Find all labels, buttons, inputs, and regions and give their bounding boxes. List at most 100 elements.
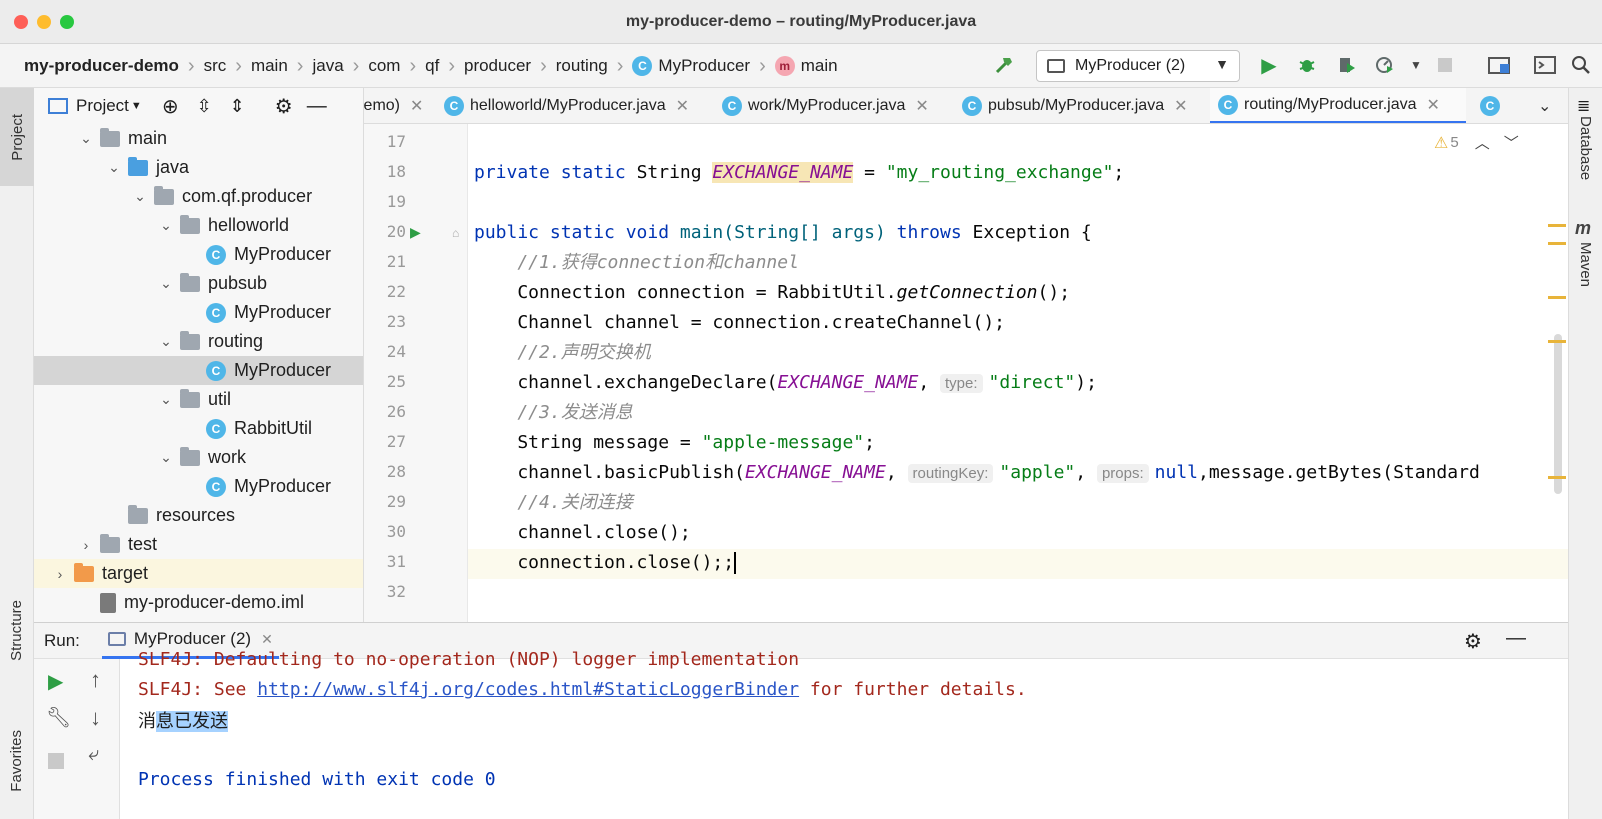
breadcrumb-routing[interactable]: routing bbox=[556, 56, 608, 76]
chevron-down-icon[interactable]: ⌄ bbox=[158, 275, 174, 292]
arrow-up-icon[interactable]: ↑ bbox=[90, 667, 101, 693]
chevron-down-icon[interactable]: ⌄ bbox=[106, 159, 122, 176]
close-icon[interactable]: ✕ bbox=[410, 96, 423, 116]
chevron-right-icon[interactable]: › bbox=[78, 537, 94, 553]
chevron-right-icon[interactable]: › bbox=[52, 566, 68, 582]
chevron-down-icon[interactable]: ⌄ bbox=[132, 188, 148, 205]
warning-icon[interactable]: ⚠ bbox=[1434, 133, 1448, 153]
arrow-down-icon[interactable]: ↓ bbox=[90, 705, 101, 731]
close-icon[interactable]: ✕ bbox=[1427, 95, 1440, 115]
tree-item[interactable]: resources bbox=[34, 501, 363, 530]
tree-item[interactable]: ⌄ main bbox=[34, 124, 363, 153]
chevron-down-icon[interactable]: ▼ bbox=[131, 100, 142, 112]
project-structure-icon[interactable] bbox=[1486, 52, 1512, 78]
tree-item[interactable]: my-producer-demo.iml bbox=[34, 588, 363, 617]
tree-item[interactable]: ⌄ util bbox=[34, 385, 363, 414]
tree-item[interactable]: C MyProducer bbox=[34, 298, 363, 327]
tab-helloworld[interactable]: C helloworld/MyProducer.java ✕ bbox=[436, 88, 689, 123]
stop-icon[interactable] bbox=[1432, 52, 1458, 78]
project-view-select[interactable]: Project bbox=[76, 96, 129, 116]
console-line: SLF4J: See http://www.slf4j.org/codes.ht… bbox=[138, 679, 1027, 700]
favorites-tool-button[interactable]: Favorites bbox=[8, 730, 25, 792]
run-label: Run: bbox=[44, 630, 80, 650]
code-text: Connection connection = RabbitUtil. bbox=[474, 282, 897, 303]
soft-wrap-icon[interactable]: ⤶ bbox=[88, 743, 99, 766]
class-icon: C bbox=[722, 96, 742, 116]
breadcrumb-qf[interactable]: qf bbox=[425, 56, 439, 76]
console-link[interactable]: http://www.slf4j.org/codes.html#StaticLo… bbox=[257, 679, 799, 700]
chevron-down-icon[interactable]: ▼ bbox=[1403, 52, 1429, 78]
wrench-icon[interactable]: 🔧︎ bbox=[46, 705, 71, 730]
project-tool-button[interactable]: Project bbox=[0, 88, 34, 186]
database-tool-button[interactable]: Database bbox=[1577, 116, 1594, 180]
tab-overflow[interactable]: C bbox=[1472, 88, 1506, 123]
hide-panel-icon[interactable]: — bbox=[307, 95, 327, 118]
chevron-down-icon[interactable]: ⌄ bbox=[158, 449, 174, 466]
collapse-all-icon[interactable]: ⇕ bbox=[230, 96, 245, 117]
tab-routing[interactable]: C routing/MyProducer.java ✕ bbox=[1210, 88, 1466, 123]
run-gutter-icon[interactable]: ▶ bbox=[410, 224, 421, 241]
editor-scrollbar[interactable] bbox=[1554, 334, 1562, 494]
error-stripe-mark[interactable] bbox=[1548, 340, 1566, 343]
chevron-down-icon[interactable]: ⌄ bbox=[158, 391, 174, 408]
chevron-down-icon[interactable]: ⌄ bbox=[1538, 96, 1551, 116]
coverage-icon[interactable] bbox=[1334, 52, 1360, 78]
breadcrumb-class[interactable]: C MyProducer bbox=[632, 56, 750, 76]
tab-previous[interactable]: lemo) ✕ bbox=[364, 88, 423, 123]
breadcrumb-com[interactable]: com bbox=[368, 56, 400, 76]
maven-tool-button[interactable]: Maven bbox=[1577, 242, 1594, 287]
breadcrumb-java[interactable]: java bbox=[312, 56, 343, 76]
structure-tool-button[interactable]: Structure bbox=[8, 600, 25, 661]
breadcrumb-method[interactable]: m main bbox=[774, 56, 838, 76]
breadcrumb-separator: › bbox=[759, 55, 766, 77]
tree-item[interactable]: C MyProducer bbox=[34, 240, 363, 269]
expand-all-icon[interactable]: ⇳ bbox=[197, 96, 212, 117]
stop-icon[interactable] bbox=[48, 753, 64, 769]
tab-work[interactable]: C work/MyProducer.java ✕ bbox=[714, 88, 929, 123]
tree-item[interactable]: ⌄ work bbox=[34, 443, 363, 472]
next-highlight-icon[interactable]: ﹀ bbox=[1504, 132, 1519, 153]
tree-item[interactable]: C RabbitUtil bbox=[34, 414, 363, 443]
ui-icon[interactable] bbox=[1532, 52, 1558, 78]
close-icon[interactable]: ✕ bbox=[1174, 96, 1187, 116]
debug-icon[interactable] bbox=[1294, 52, 1320, 78]
tree-item[interactable]: › target bbox=[34, 559, 363, 588]
chevron-down-icon[interactable]: ⌄ bbox=[78, 130, 94, 147]
chevron-down-icon[interactable]: ⌄ bbox=[158, 217, 174, 234]
rerun-icon[interactable]: ▶ bbox=[48, 669, 63, 694]
locate-icon[interactable]: ⊕ bbox=[162, 94, 179, 119]
previous-highlight-icon[interactable]: ︿ bbox=[1475, 132, 1490, 153]
tab-label: routing/MyProducer.java bbox=[1244, 95, 1417, 113]
close-icon[interactable]: ✕ bbox=[915, 96, 928, 116]
run-icon[interactable]: ▶ bbox=[1256, 52, 1282, 78]
hammer-icon[interactable] bbox=[994, 54, 1016, 82]
code-editor[interactable]: ▶ ⌂ 17 18 19 20 21 22 23 24 25 26 27 28 29 30 31 32 ⚠ 5… bbox=[364, 124, 1568, 622]
tree-item[interactable]: ⌄ helloworld bbox=[34, 211, 363, 240]
tree-item[interactable]: ⌄ com.qf.producer bbox=[34, 182, 363, 211]
error-stripe-mark[interactable] bbox=[1548, 242, 1566, 245]
fold-icon[interactable]: ⌂ bbox=[452, 226, 459, 240]
breadcrumb-main[interactable]: main bbox=[251, 56, 288, 76]
close-icon[interactable]: ✕ bbox=[261, 631, 273, 648]
tab-pubsub[interactable]: C pubsub/MyProducer.java ✕ bbox=[954, 88, 1188, 123]
tree-item[interactable]: ⌄ routing bbox=[34, 327, 363, 356]
run-configuration-select[interactable]: MyProducer (2) ▼ bbox=[1036, 50, 1240, 82]
gear-icon[interactable]: ⚙ bbox=[275, 94, 293, 119]
error-stripe-mark[interactable] bbox=[1548, 476, 1566, 479]
tree-item[interactable]: C MyProducer bbox=[34, 356, 363, 385]
breadcrumb-src[interactable]: src bbox=[204, 56, 227, 76]
gear-icon[interactable]: ⚙ bbox=[1464, 629, 1482, 654]
hide-panel-icon[interactable]: — bbox=[1506, 627, 1526, 650]
tree-item[interactable]: ⌄ pubsub bbox=[34, 269, 363, 298]
search-icon[interactable] bbox=[1568, 52, 1594, 78]
close-icon[interactable]: ✕ bbox=[676, 96, 689, 116]
breadcrumb-producer[interactable]: producer bbox=[464, 56, 531, 76]
breadcrumb-project[interactable]: my-producer-demo bbox=[24, 56, 179, 76]
error-stripe-mark[interactable] bbox=[1548, 296, 1566, 299]
error-stripe-mark[interactable] bbox=[1548, 224, 1566, 227]
tree-item[interactable]: C MyProducer bbox=[34, 472, 363, 501]
chevron-down-icon[interactable]: ⌄ bbox=[158, 333, 174, 350]
tree-item[interactable]: ⌄ java bbox=[34, 153, 363, 182]
tree-item[interactable]: › test bbox=[34, 530, 363, 559]
profile-icon[interactable] bbox=[1372, 52, 1398, 78]
